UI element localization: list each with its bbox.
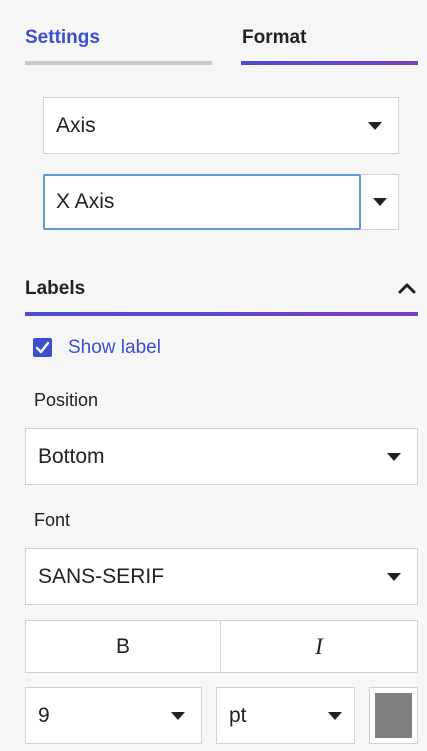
caret-down-icon	[372, 198, 387, 206]
tab-settings[interactable]: Settings	[25, 27, 100, 49]
caret-down-icon	[171, 711, 185, 720]
element-select[interactable]: Axis	[43, 97, 399, 154]
position-select[interactable]: Bottom	[25, 428, 418, 485]
font-unit-select[interactable]: pt	[216, 687, 355, 744]
font-select-value: SANS-SERIF	[38, 564, 165, 588]
font-select[interactable]: SANS-SERIF	[25, 548, 418, 605]
tab-format[interactable]: Format	[242, 27, 306, 49]
axis-select-input[interactable]: X Axis	[43, 174, 361, 230]
tab-format-underline	[241, 61, 418, 65]
font-size-select[interactable]: 9	[25, 687, 202, 744]
font-size-value: 9	[38, 703, 50, 727]
font-label: Font	[34, 510, 71, 530]
checkmark-icon	[35, 341, 50, 354]
axis-select-dropdown-button[interactable]	[361, 174, 399, 230]
element-select-value: Axis	[56, 113, 96, 137]
show-label-text[interactable]: Show label	[68, 337, 161, 359]
caret-down-icon	[328, 711, 342, 720]
chevron-up-icon[interactable]	[397, 280, 417, 296]
axis-select-value: X Axis	[56, 190, 115, 213]
bold-button[interactable]: B	[25, 620, 221, 673]
show-label-checkbox[interactable]	[33, 338, 52, 357]
labels-section-underline	[25, 312, 418, 316]
tab-settings-underline	[25, 61, 212, 65]
position-label: Position	[34, 390, 99, 410]
position-select-value: Bottom	[38, 444, 105, 468]
caret-down-icon	[368, 121, 382, 130]
labels-section-title: Labels	[25, 278, 86, 299]
font-color-swatch	[375, 693, 412, 738]
caret-down-icon	[387, 452, 401, 461]
italic-button[interactable]: I	[220, 620, 418, 673]
font-unit-value: pt	[229, 703, 247, 727]
font-color-picker[interactable]	[369, 687, 418, 744]
caret-down-icon	[387, 572, 401, 581]
